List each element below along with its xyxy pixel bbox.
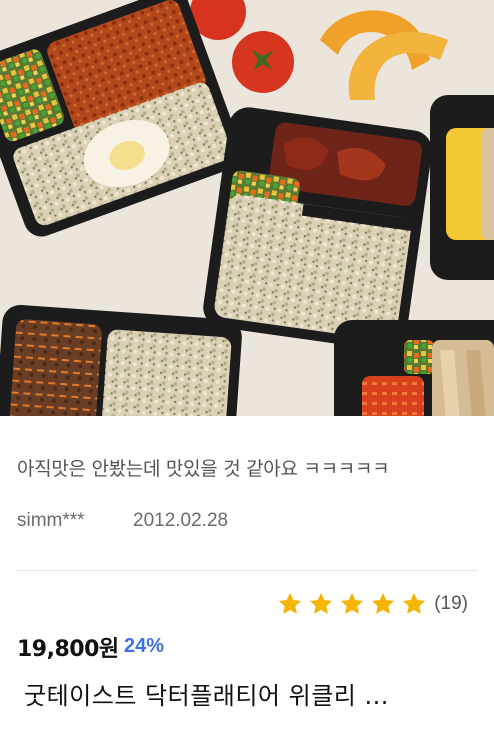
- product-image[interactable]: [0, 0, 494, 416]
- star-icon: [372, 592, 395, 614]
- review-count: (19): [434, 593, 468, 614]
- product-name[interactable]: 굿테이스트 닥터플래티어 위클리 ...: [24, 676, 389, 711]
- rating: (19): [276, 591, 468, 617]
- review-date: 2012.02.28: [133, 510, 229, 531]
- discount-rate: 24%: [124, 635, 165, 657]
- star-icon: [341, 592, 364, 614]
- lunchbox-illustration: [0, 0, 494, 416]
- star-icon: [279, 592, 302, 614]
- divider: [17, 570, 478, 571]
- reviewer-id: simm***: [17, 510, 85, 531]
- product-card[interactable]: 아직맛은 안봤는데 맛있을 것 같아요 ㅋㅋㅋㅋㅋ simm*** 2012.0…: [0, 0, 494, 749]
- star-icon: [310, 592, 333, 614]
- price: 19,800원: [17, 637, 119, 662]
- star-icon: [403, 592, 426, 614]
- review-text[interactable]: 아직맛은 안봤는데 맛있을 것 같아요 ㅋㅋㅋㅋㅋ: [17, 454, 390, 481]
